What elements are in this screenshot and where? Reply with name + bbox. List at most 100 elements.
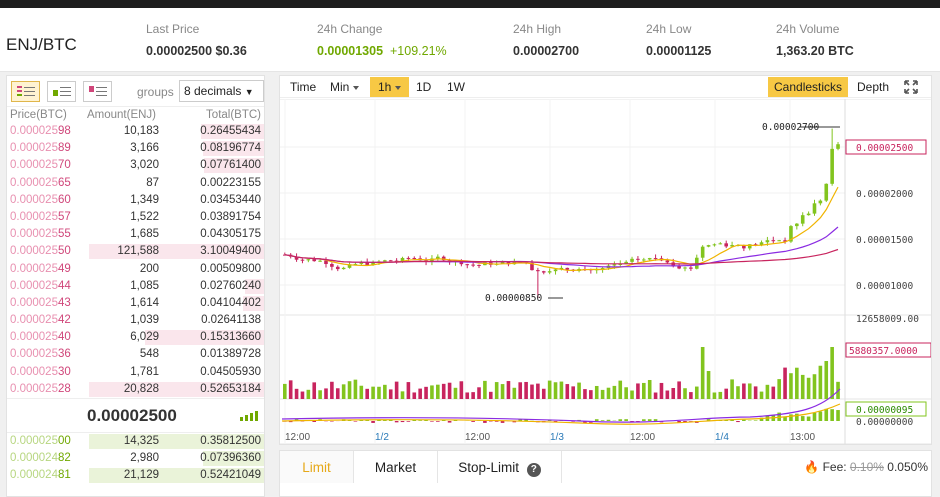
volume-bar [706, 371, 711, 399]
ask-row[interactable]: 0.00002555 1,685 0.04305175 [7, 226, 264, 243]
last-price-row: 0.00002500 [7, 398, 264, 433]
ask-row[interactable]: 0.00002542 1,039 0.02641138 [7, 312, 264, 329]
row-price: 0.00002598 [10, 125, 71, 137]
ask-row[interactable]: 0.00002544 1,085 0.02760240 [7, 278, 264, 295]
candle-body [700, 246, 705, 258]
row-price: 0.00002550 [10, 245, 71, 258]
decimals-value: 8 decimals [184, 84, 242, 98]
candle-body [689, 267, 693, 269]
volume-bar [359, 385, 364, 399]
interval-1d-button[interactable]: 1D [408, 77, 439, 97]
row-total: 0.07396360 [200, 452, 261, 465]
interval-1w-button[interactable]: 1W [439, 77, 473, 97]
price-axis-label: 0.00001500 [856, 235, 913, 246]
bid-row[interactable]: 0.00002500 14,325 0.35812500 [7, 433, 264, 450]
volume-bar [671, 388, 676, 399]
volume-bar [565, 384, 570, 399]
high-label: 0.00002700 [762, 122, 819, 133]
indicator-bar [647, 419, 652, 421]
indicator-bar [836, 410, 840, 421]
candle-body [830, 148, 834, 184]
volume-bar [630, 390, 634, 399]
indicator-label: 0.00000000 [856, 417, 913, 428]
row-price: 0.00002570 [10, 159, 71, 172]
ask-row[interactable]: 0.00002557 1,522 0.03891754 [7, 209, 264, 226]
volume-bar [677, 381, 681, 399]
candle-body [465, 264, 470, 266]
bid-row[interactable]: 0.00002481 21,129 0.52421049 [7, 467, 264, 484]
low-label: 0.00000850 [485, 293, 542, 304]
ask-row[interactable]: 0.00002560 1,349 0.03453440 [7, 192, 264, 209]
volume-bar [700, 347, 705, 399]
groups-label: groups [137, 85, 174, 99]
row-total: 0.02641138 [201, 314, 261, 327]
volume-bar [371, 386, 375, 399]
depth-button[interactable]: Depth [851, 77, 895, 97]
indicator-bar [371, 421, 375, 423]
candle-body [665, 260, 670, 263]
volume-bar [665, 390, 670, 399]
ask-row[interactable]: 0.00002589 3,166 0.08196774 [7, 140, 264, 157]
ask-row[interactable]: 0.00002536 548 0.01389728 [7, 346, 264, 363]
change-percent: +109.21% [390, 44, 447, 58]
row-amount: 1,614 [130, 296, 159, 309]
volume-bar [647, 379, 652, 399]
volume-bar [718, 391, 723, 399]
indicator-bar [789, 414, 793, 421]
volume-bar [594, 385, 599, 399]
row-amount: 1,781 [130, 365, 159, 378]
candle-body [388, 260, 393, 262]
volume-bar [783, 367, 787, 399]
volume-bar [753, 386, 758, 399]
ask-row[interactable]: 0.00002570 3,020 0.07761400 [7, 157, 264, 174]
row-price: 0.00002542 [10, 314, 71, 327]
col-total: Total(BTC) [206, 109, 261, 121]
view-asks-button[interactable] [83, 81, 112, 102]
row-price: 0.00002557 [10, 210, 71, 223]
orderbook-asks-icon [88, 85, 107, 96]
tab-limit[interactable]: Limit [280, 451, 354, 483]
fullscreen-icon[interactable] [900, 77, 922, 97]
indicator-bar [800, 416, 805, 421]
volume-bar [618, 380, 623, 399]
view-both-button[interactable] [11, 81, 40, 102]
tab-market[interactable]: Market [354, 451, 438, 483]
indicator-signal [281, 403, 841, 425]
indicator-bar [806, 416, 811, 421]
tab-stop-limit[interactable]: Stop-Limit ? [438, 451, 562, 483]
row-amount: 548 [139, 348, 159, 361]
ask-row[interactable]: 0.00002598 10,183 0.26455434 [7, 123, 264, 140]
view-bids-button[interactable] [47, 81, 76, 102]
decimals-select[interactable]: 8 decimals ▼ [179, 80, 264, 102]
signal-icon [240, 411, 258, 421]
candle-body [318, 260, 322, 262]
row-price: 0.00002528 [10, 382, 71, 395]
candle-body [536, 270, 540, 272]
volume-bar [324, 388, 328, 399]
volume-bar [400, 391, 405, 399]
volume-bar [536, 383, 540, 399]
time-axis-label: 1/3 [550, 432, 564, 443]
time-button[interactable]: Time [282, 77, 324, 97]
ask-row[interactable]: 0.00002528 20,828 0.52653184 [7, 381, 264, 398]
candle-body [412, 257, 417, 259]
ask-row[interactable]: 0.00002565 87 0.00223155 [7, 175, 264, 192]
candle-body [724, 243, 729, 247]
chart-toolbar: Time Min 1h 1D 1W Candlesticks Depth [280, 76, 931, 98]
volume-bar [447, 382, 452, 399]
ask-row[interactable]: 0.00002550 121,588 3.10049400 [7, 243, 264, 260]
volume-bar [771, 386, 776, 399]
volume-bar [459, 381, 464, 399]
help-icon[interactable]: ? [526, 463, 541, 477]
interval-1h-dropdown[interactable]: 1h [370, 77, 410, 97]
ask-row[interactable]: 0.00002543 1,614 0.04104402 [7, 295, 264, 312]
candlesticks-button[interactable]: Candlesticks [768, 77, 849, 97]
indicator-bar [742, 419, 746, 421]
min-dropdown[interactable]: Min [322, 77, 367, 97]
ask-row[interactable]: 0.00002540 6,029 0.15313660 [7, 329, 264, 346]
bid-row[interactable]: 0.00002482 2,980 0.07396360 [7, 450, 264, 467]
volume-bar [606, 387, 611, 399]
volume-bar [624, 387, 628, 399]
ask-row[interactable]: 0.00002549 200 0.00509800 [7, 261, 264, 278]
ask-row[interactable]: 0.00002530 1,781 0.04505930 [7, 364, 264, 381]
